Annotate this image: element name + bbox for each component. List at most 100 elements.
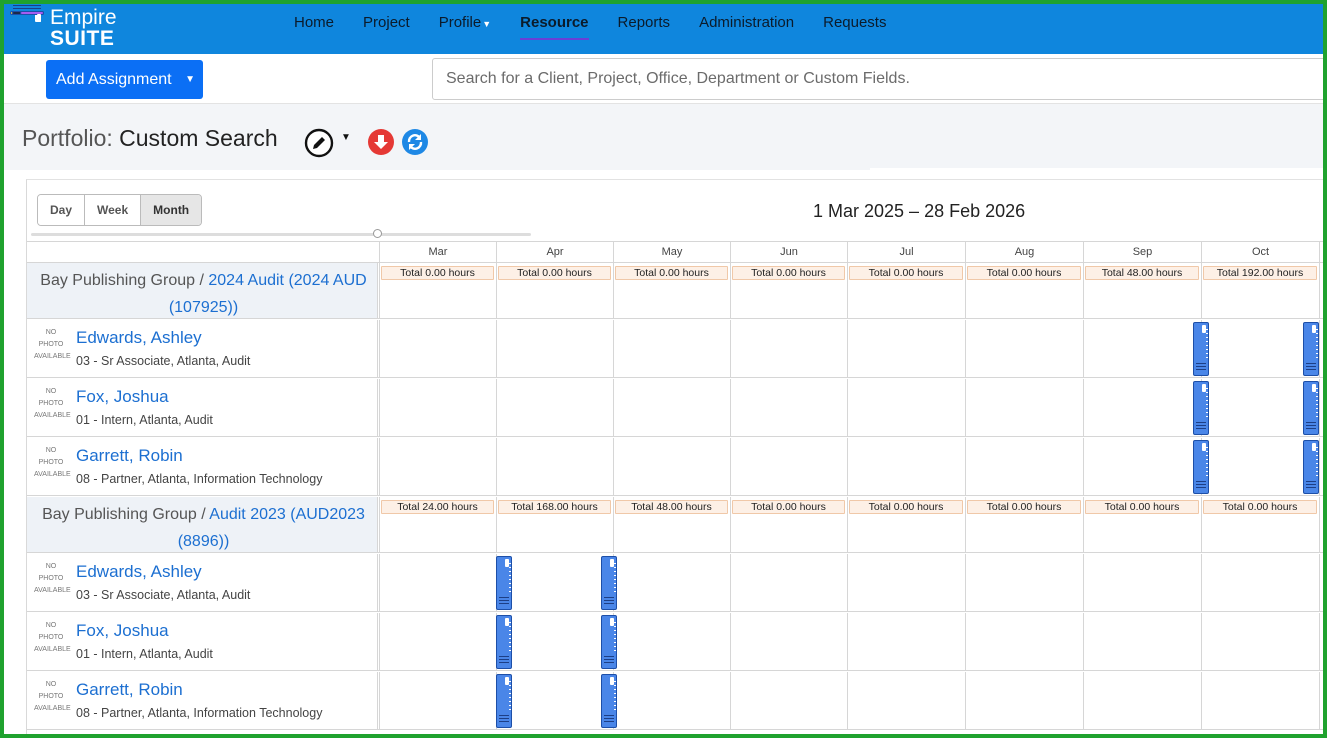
resource-details: 08 - Partner, Atlanta, Information Techn… [76, 472, 323, 486]
avatar-placeholder: NO PHOTO AVAILABLE [34, 622, 71, 653]
assignment-bar-pattern [509, 681, 511, 711]
resource-calendar: Day Week Month 1 Mar 2025 – 28 Feb 2026 … [26, 179, 1323, 734]
resource-name-link[interactable]: Fox, Joshua [76, 387, 169, 407]
month-header-row: Mar Apr May Jun Jul Aug Sep Oct [27, 241, 1323, 263]
month-header-jun: Jun [730, 242, 847, 263]
logo-text-empire: Empire [50, 6, 117, 29]
search-input[interactable] [432, 58, 1323, 100]
top-navbar: Empire SUITE Home Project Profile▼ Resou… [4, 4, 1323, 54]
month-total-badge: Total 48.00 hours [1085, 266, 1199, 280]
resource-cell: NO PHOTO AVAILABLE Garrett, Robin 08 - Par… [27, 438, 378, 495]
caret-down-icon[interactable]: ▼ [341, 132, 351, 143]
grid-cell [496, 379, 613, 436]
month-total-badge: Total 0.00 hours [732, 500, 845, 514]
resource-name-link[interactable]: Edwards, Ashley [76, 562, 202, 582]
grid-cell [379, 613, 496, 670]
grid-cell [1319, 613, 1323, 670]
view-day-button[interactable]: Day [38, 195, 86, 225]
empire-suite-logo[interactable]: Empire SUITE [10, 4, 130, 51]
nav-reports[interactable]: Reports [618, 4, 671, 54]
assignment-bar[interactable] [496, 674, 512, 728]
grid-cell [1319, 497, 1323, 552]
grid-cell [1201, 672, 1319, 729]
refresh-icon[interactable] [401, 128, 429, 156]
grid-cell [1201, 320, 1319, 377]
assignment-bar[interactable] [496, 615, 512, 669]
month-total-badge: Total 0.00 hours [1085, 500, 1199, 514]
assignment-bar[interactable] [601, 674, 617, 728]
assignment-bar[interactable] [1193, 322, 1209, 376]
assignment-bar[interactable] [1303, 440, 1319, 494]
zoom-slider-handle[interactable] [373, 229, 382, 238]
month-header-oct: Oct [1201, 242, 1319, 263]
nav-administration[interactable]: Administration [699, 4, 794, 54]
add-assignment-label: Add Assignment [56, 71, 172, 88]
project-cell: Bay Publishing Group / 2024 Audit (2024 … [27, 263, 378, 318]
grid-cell [847, 672, 965, 729]
project-code-link[interactable]: (8896)) [178, 533, 230, 550]
assignment-bar[interactable] [601, 615, 617, 669]
resource-row: NO PHOTO AVAILABLE Garrett, Robin 08 - Par… [27, 672, 1323, 730]
zoom-slider-track[interactable] [31, 233, 531, 236]
assignment-bar[interactable] [496, 556, 512, 610]
header-divider [870, 168, 1323, 172]
assignment-bar[interactable] [1303, 322, 1319, 376]
month-total-badge: Total 0.00 hours [498, 266, 611, 280]
download-icon[interactable] [367, 128, 395, 156]
nav-profile[interactable]: Profile▼ [439, 4, 491, 54]
assignment-bar-pattern [614, 563, 616, 593]
resource-details: 08 - Partner, Atlanta, Information Techn… [76, 706, 323, 720]
resource-name-link[interactable]: Fox, Joshua [76, 621, 169, 641]
add-assignment-button[interactable]: Add Assignment ▼ [46, 60, 203, 99]
project-code-link[interactable]: (107925)) [169, 299, 238, 316]
grid-cell [965, 438, 1083, 495]
month-total-badge: Total 0.00 hours [849, 500, 963, 514]
grid-cell [847, 438, 965, 495]
project-link[interactable]: Audit 2023 (AUD2023 [209, 506, 365, 523]
grid-cell [496, 613, 613, 670]
month-total-badge: Total 168.00 hours [498, 500, 611, 514]
grid-cell [379, 438, 496, 495]
grid-cell [496, 320, 613, 377]
view-switcher: Day Week Month [37, 194, 203, 226]
resource-name-link[interactable]: Garrett, Robin [76, 446, 183, 466]
assignment-bar-pattern [614, 681, 616, 711]
nav-requests[interactable]: Requests [823, 4, 886, 54]
page-title: Portfolio: Custom Search [22, 125, 278, 152]
resource-cell: NO PHOTO AVAILABLE Garrett, Robin 08 - Par… [27, 672, 378, 729]
assignment-bar[interactable] [1193, 381, 1209, 435]
grid-cell [379, 672, 496, 729]
project-title: Bay Publishing Group / Audit 2023 (AUD20… [29, 501, 378, 555]
caret-down-icon[interactable]: ▼ [185, 60, 195, 99]
view-week-button[interactable]: Week [85, 195, 142, 225]
assignment-bar[interactable] [1303, 381, 1319, 435]
grid-cell [847, 320, 965, 377]
avatar-placeholder: NO PHOTO AVAILABLE [34, 681, 71, 712]
grid-cell [1083, 613, 1201, 670]
month-total-badge: Total 0.00 hours [732, 266, 845, 280]
grid-cell [1319, 672, 1323, 729]
month-total-badge: Total 0.00 hours [967, 500, 1081, 514]
nav-project[interactable]: Project [363, 4, 410, 54]
page-title-prefix: Portfolio: [22, 125, 113, 151]
resource-name-link[interactable]: Edwards, Ashley [76, 328, 202, 348]
grid-cell [847, 379, 965, 436]
nav-resource[interactable]: Resource [520, 4, 589, 54]
assignment-bar-pattern [1206, 388, 1208, 418]
project-link[interactable]: 2024 Audit (2024 AUD [208, 272, 366, 289]
view-month-button[interactable]: Month [141, 195, 202, 225]
month-total-badge: Total 0.00 hours [1203, 500, 1317, 514]
resource-cell: NO PHOTO AVAILABLE Edwards, Ashley 03 - Sr… [27, 554, 378, 611]
avatar-placeholder: NO PHOTO AVAILABLE [34, 388, 71, 419]
edit-pencil-icon[interactable] [304, 128, 334, 158]
logo-text-suite: SUITE [50, 27, 115, 50]
month-header-may: May [613, 242, 730, 263]
nav-home[interactable]: Home [294, 4, 334, 54]
resource-name-link[interactable]: Garrett, Robin [76, 680, 183, 700]
client-name: Bay Publishing Group / [40, 272, 204, 289]
assignment-bar[interactable] [1193, 440, 1209, 494]
grid-cell [613, 320, 730, 377]
grid-cell [1083, 320, 1201, 377]
assignment-bar[interactable] [601, 556, 617, 610]
resource-details: 03 - Sr Associate, Atlanta, Audit [76, 588, 251, 602]
